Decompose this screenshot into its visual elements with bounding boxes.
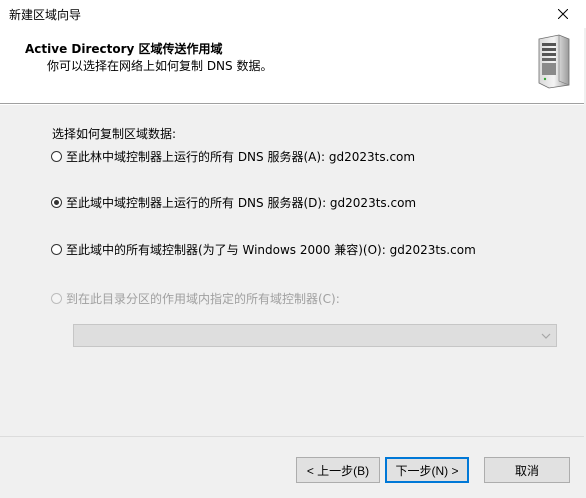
option-label: 至此林中域控制器上运行的所有 DNS 服务器(A): gd2023ts.com xyxy=(66,150,416,164)
option-label: 至此域中域控制器上运行的所有 DNS 服务器(D): gd2023ts.com xyxy=(66,196,417,210)
radio-button-disabled[interactable] xyxy=(51,293,62,304)
radio-button[interactable] xyxy=(51,151,62,162)
directory-partition-select[interactable] xyxy=(73,324,557,347)
page-title: Active Directory 区域传送作用域 xyxy=(25,42,223,56)
option-domain-dns-servers[interactable]: 至此域中域控制器上运行的所有 DNS 服务器(D): gd2023ts.com xyxy=(51,194,416,211)
option-all-domain-controllers[interactable]: 至此域中的所有域控制器(为了与 Windows 2000 兼容)(O): gd2… xyxy=(51,241,476,258)
wizard-window: 新建区域向导 Active Directory 区域传送作用域 你可以选择在网络… xyxy=(0,0,586,498)
close-button[interactable] xyxy=(540,0,586,28)
wizard-header: Active Directory 区域传送作用域 你可以选择在网络上如何复制 D… xyxy=(0,28,586,104)
back-button[interactable]: < 上一步(B) xyxy=(296,457,380,483)
section-label: 选择如何复制区域数据: xyxy=(52,127,177,141)
chevron-down-icon xyxy=(541,333,551,339)
radio-button[interactable] xyxy=(51,244,62,255)
server-icon xyxy=(538,34,570,89)
title-bar: 新建区域向导 xyxy=(0,0,586,28)
footer-divider xyxy=(0,436,586,437)
window-title: 新建区域向导 xyxy=(9,8,82,22)
option-forest-dns-servers[interactable]: 至此林中域控制器上运行的所有 DNS 服务器(A): gd2023ts.com xyxy=(51,148,415,165)
option-directory-partition[interactable]: 到在此目录分区的作用域内指定的所有域控制器(C): xyxy=(51,290,340,307)
content-area: 选择如何复制区域数据: 至此林中域控制器上运行的所有 DNS 服务器(A): g… xyxy=(0,105,586,435)
cancel-button[interactable]: 取消 xyxy=(484,457,570,483)
next-button[interactable]: 下一步(N) > xyxy=(385,457,469,483)
radio-button-selected[interactable] xyxy=(51,197,62,208)
option-label: 至此域中的所有域控制器(为了与 Windows 2000 兼容)(O): gd2… xyxy=(66,243,476,257)
page-subtitle: 你可以选择在网络上如何复制 DNS 数据。 xyxy=(47,59,273,73)
option-label: 到在此目录分区的作用域内指定的所有域控制器(C): xyxy=(66,292,340,306)
close-icon xyxy=(558,9,568,19)
